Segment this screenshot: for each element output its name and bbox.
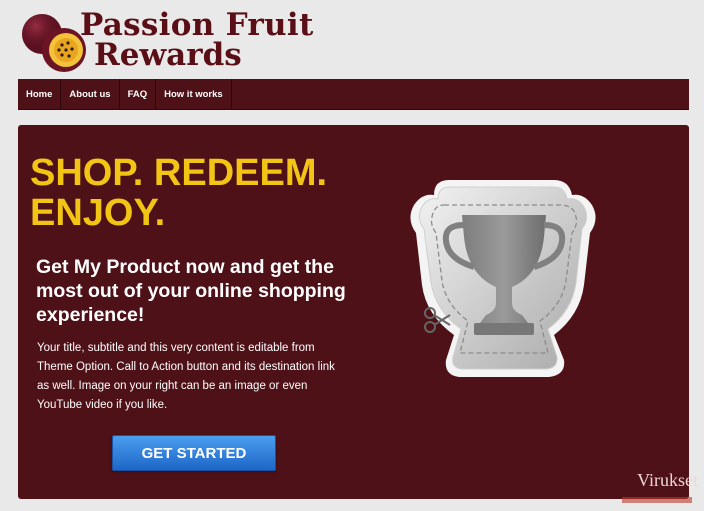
nav-item-about-us[interactable]: About us bbox=[61, 79, 120, 109]
nav-item-home[interactable]: Home bbox=[18, 79, 62, 109]
get-started-button[interactable]: GET STARTED bbox=[112, 435, 276, 471]
nav-item-faq[interactable]: FAQ bbox=[120, 79, 157, 109]
hero-body-text: Your title, subtitle and this very conte… bbox=[37, 342, 335, 411]
hero-headline-line2: ENJOY. bbox=[30, 192, 166, 234]
site-logo[interactable]: Passion Fruit Rewards bbox=[20, 8, 340, 74]
site-title-line2: Rewards bbox=[94, 37, 242, 73]
hero-headline: SHOP. REDEEM. ENJOY. bbox=[30, 153, 390, 233]
hero-banner: SHOP. REDEEM. ENJOY. Get My Product now … bbox=[18, 125, 689, 499]
nav-item-how-it-works[interactable]: How it works bbox=[156, 79, 232, 109]
watermark-logo: Virukset bbox=[637, 470, 698, 490]
trophy-coupon-icon bbox=[410, 180, 596, 377]
watermark-underline bbox=[622, 497, 692, 503]
main-nav: Home About us FAQ How it works bbox=[18, 79, 689, 110]
site-title-line1: Passion Fruit bbox=[80, 7, 314, 43]
hero-headline-line1: SHOP. REDEEM. bbox=[30, 152, 328, 194]
hero-subheadline: Get My Product now and get the most out … bbox=[36, 256, 346, 326]
site-title: Passion Fruit Rewards bbox=[80, 7, 314, 73]
